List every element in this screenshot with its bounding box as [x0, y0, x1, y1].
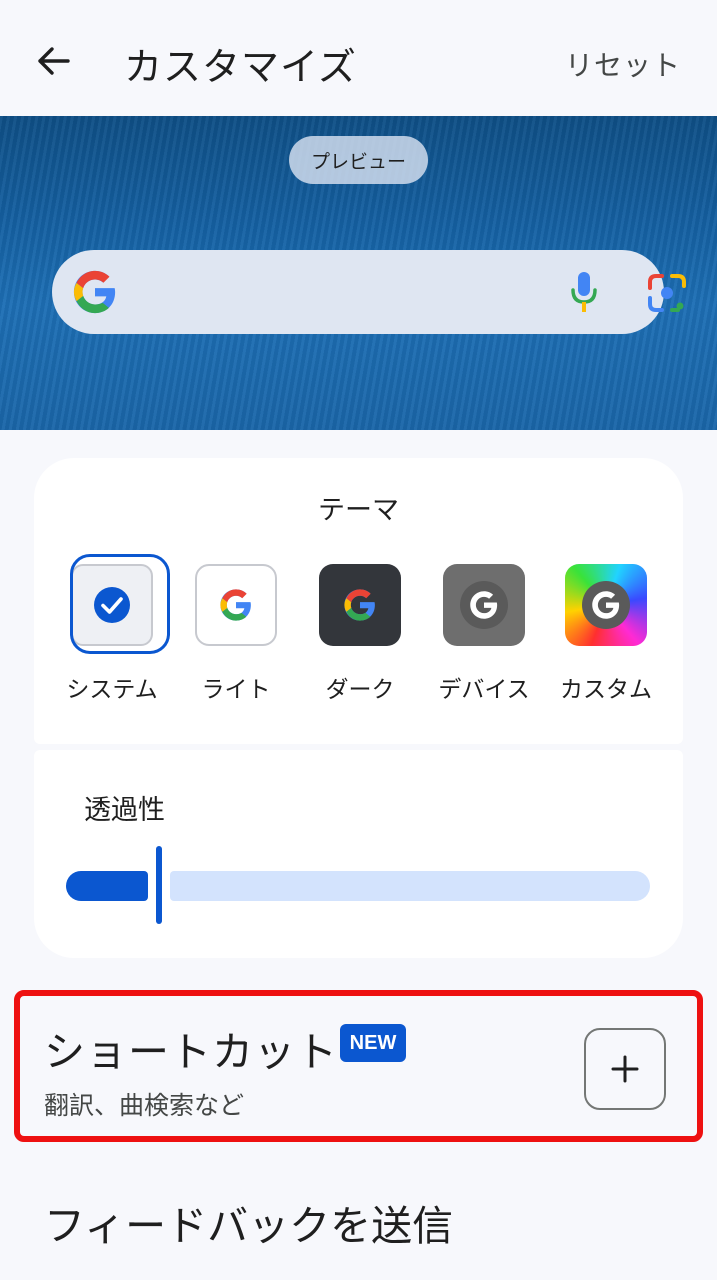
theme-option-custom[interactable]: カスタム [544, 554, 668, 703]
theme-label: ライト [201, 677, 271, 703]
theme-tile-device [443, 564, 525, 646]
search-bar-preview [52, 250, 686, 334]
back-button[interactable] [28, 38, 78, 84]
google-lens-icon[interactable] [646, 272, 688, 314]
google-g-icon [460, 581, 508, 629]
theme-option-light[interactable]: ライト [174, 554, 298, 703]
arrow-left-icon [38, 47, 70, 75]
preview-area: プレビュー [0, 116, 717, 430]
theme-option-system[interactable]: システム [50, 554, 174, 703]
slider-thumb[interactable] [156, 846, 162, 924]
theme-option-device[interactable]: デバイス [422, 554, 546, 703]
microphone-icon[interactable] [566, 268, 602, 316]
app-bar: カスタマイズ リセット [0, 0, 717, 116]
shortcut-title: ショートカット [44, 1028, 338, 1076]
theme-tile-custom [565, 564, 647, 646]
theme-card: テーマ システム ライト ダーク デバイス カスタム [34, 458, 683, 744]
theme-heading: テーマ [318, 495, 399, 526]
shortcut-subtitle: 翻訳、曲検索など [44, 1091, 245, 1120]
theme-tile-light [195, 564, 277, 646]
google-g-icon [73, 270, 116, 314]
slider-active-track [66, 871, 148, 901]
plus-icon [611, 1055, 639, 1083]
theme-label: システム [66, 677, 158, 703]
selection-ring [70, 554, 170, 654]
google-g-icon [582, 581, 630, 629]
theme-option-dark[interactable]: ダーク [298, 554, 422, 703]
preview-chip: プレビュー [289, 136, 428, 184]
slider-inactive-track [170, 871, 650, 901]
theme-label: カスタム [560, 677, 652, 703]
reset-button[interactable]: リセット [565, 44, 681, 84]
theme-tile-dark [319, 564, 401, 646]
transparency-label: 透過性 [84, 795, 165, 826]
new-badge: NEW [340, 1024, 406, 1062]
transparency-card: 透過性 [34, 750, 683, 958]
add-shortcut-button[interactable] [584, 1028, 666, 1110]
google-g-icon [220, 589, 251, 621]
transparency-slider[interactable] [66, 846, 650, 926]
send-feedback-link[interactable]: フィードバックを送信 [44, 1192, 453, 1252]
google-g-icon [344, 589, 375, 621]
theme-label: ダーク [325, 677, 395, 703]
page-title: カスタマイズ [124, 45, 357, 89]
